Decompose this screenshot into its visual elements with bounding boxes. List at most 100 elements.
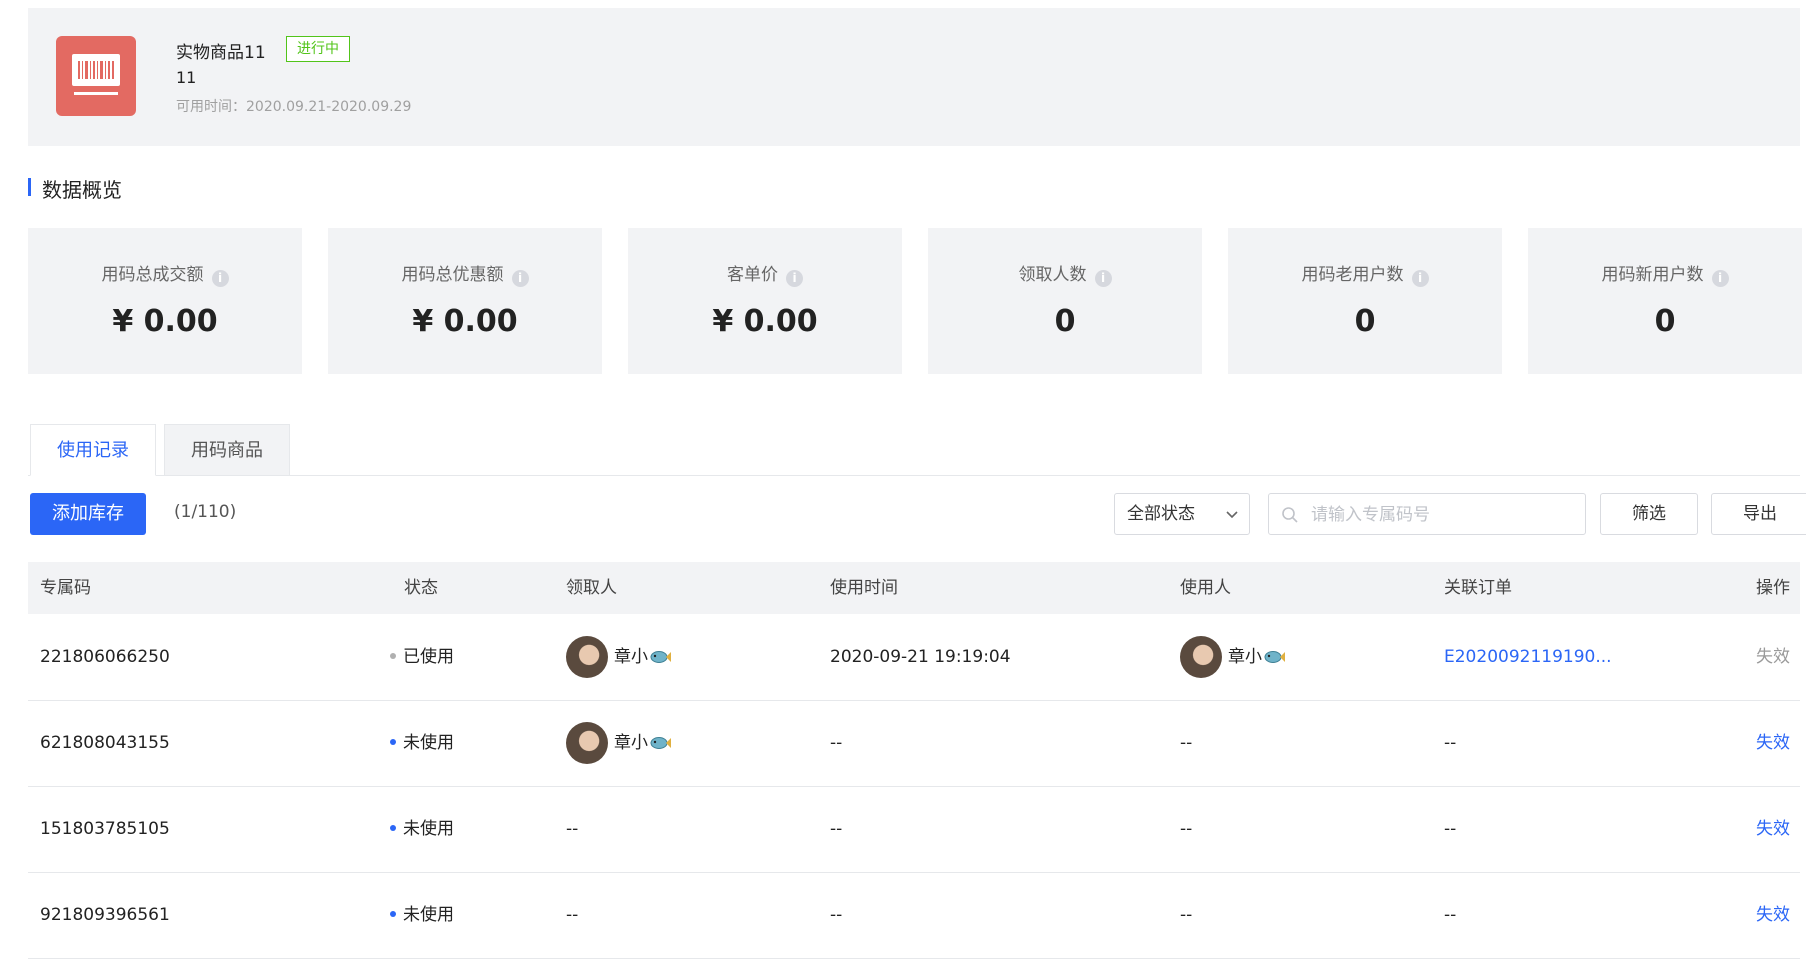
stat-value: 0 [1054, 304, 1076, 339]
info-icon[interactable]: i [1711, 270, 1729, 287]
invalidate-button[interactable]: 失效 [1756, 872, 1790, 958]
code-search-field[interactable] [1268, 493, 1586, 536]
code-cell: 221806066250 [40, 647, 170, 667]
table-row: 921809396561 未使用 -- -- -- -- 失效 [28, 872, 1800, 959]
table-row: 151803785105 未使用 -- -- -- -- 失效 [28, 786, 1800, 873]
stat-label: 用码总成交额 [101, 265, 204, 285]
stat-label: 领取人数 [1018, 265, 1087, 285]
tab-usage-records[interactable]: 使用记录 [30, 424, 156, 476]
stat-label: 用码老用户数 [1301, 265, 1404, 285]
status-text: 未使用 [403, 819, 454, 839]
code-search-input[interactable] [1309, 494, 1583, 536]
status-text: 未使用 [403, 905, 454, 925]
export-button[interactable]: 导出 [1711, 493, 1806, 535]
order-cell: -- [1444, 733, 1457, 753]
stat-value: ¥ 0.00 [412, 304, 518, 339]
user-cell: 章小 [1180, 614, 1286, 700]
status-cell: 未使用 [390, 872, 454, 958]
product-subtitle: 11 [176, 68, 197, 87]
avatar [566, 722, 608, 764]
info-icon[interactable]: i [1094, 270, 1112, 287]
receiver-cell: 章小 [566, 614, 672, 700]
stat-value: ¥ 0.00 [712, 304, 818, 339]
code-cell: 621808043155 [40, 733, 170, 753]
status-text: 未使用 [403, 733, 454, 753]
status-filter-select[interactable]: 全部状态 [1114, 493, 1250, 535]
user-name: 章小 [1228, 647, 1262, 667]
stat-card-total-discount: 用码总优惠额 i ¥ 0.00 [328, 228, 602, 374]
stat-card-total-sales: 用码总成交额 i ¥ 0.00 [28, 228, 302, 374]
info-icon[interactable]: i [511, 270, 529, 287]
stock-count: (1/110) [174, 502, 237, 522]
avatar [566, 636, 608, 678]
stat-value: ¥ 0.00 [112, 304, 218, 339]
receiver-cell: -- [566, 905, 579, 925]
stat-value: 0 [1354, 304, 1376, 339]
status-dot-icon [390, 911, 396, 917]
stat-label: 客单价 [727, 265, 778, 285]
avatar [1180, 636, 1222, 678]
code-cell: 921809396561 [40, 905, 170, 925]
section-title-bar [28, 178, 31, 196]
table-row: 221806066250 已使用 章小 2020-09-21 19:19:04 … [28, 614, 1800, 701]
receiver-name: 章小 [614, 647, 648, 667]
column-header-order: 关联订单 [1444, 578, 1512, 598]
column-header-user: 使用人 [1180, 578, 1231, 598]
use-time-cell: 2020-09-21 19:19:04 [830, 647, 1011, 667]
available-time: 可用时间：2020.09.21-2020.09.29 [176, 99, 412, 115]
order-cell: -- [1444, 819, 1457, 839]
add-stock-button[interactable]: 添加库存 [30, 493, 146, 535]
info-icon[interactable]: i [1411, 270, 1429, 287]
column-header-receiver: 领取人 [566, 578, 617, 598]
info-icon[interactable]: i [786, 270, 803, 287]
receiver-cell: 章小 [566, 700, 672, 786]
status-badge: 进行中 [286, 36, 350, 62]
barcode-icon [56, 36, 136, 116]
chevron-down-icon [1226, 511, 1238, 519]
code-cell: 151803785105 [40, 819, 170, 839]
stat-card-avg-order: 客单价 i ¥ 0.00 [628, 228, 902, 374]
table-header: 专属码 状态 领取人 使用时间 使用人 关联订单 操作 [28, 562, 1800, 614]
column-header-action: 操作 [1756, 578, 1790, 598]
status-dot-icon [390, 653, 396, 659]
status-cell: 已使用 [390, 614, 454, 700]
order-link[interactable]: E2020092119190... [1444, 614, 1612, 700]
tabs-divider [28, 475, 1800, 476]
product-header-card: 实物商品11 进行中 11 可用时间：2020.09.21-2020.09.29 [28, 8, 1800, 146]
status-dot-icon [390, 825, 396, 831]
stat-card-receivers: 领取人数 i 0 [928, 228, 1202, 374]
filter-button[interactable]: 筛选 [1600, 493, 1698, 535]
product-name: 实物商品11 [176, 43, 266, 63]
section-title: 数据概览 [42, 178, 122, 202]
tab-applicable-products[interactable]: 用码商品 [164, 424, 290, 476]
user-cell: -- [1180, 819, 1193, 839]
fish-emoji-icon [650, 651, 671, 663]
table-row: 621808043155 未使用 章小 -- -- -- 失效 [28, 700, 1800, 787]
fish-emoji-icon [650, 737, 671, 749]
column-header-code: 专属码 [40, 578, 91, 598]
status-dot-icon [390, 739, 396, 745]
stat-label: 用码新用户数 [1601, 265, 1704, 285]
invalidate-button[interactable]: 失效 [1756, 786, 1790, 872]
use-time-cell: -- [830, 905, 843, 925]
status-cell: 未使用 [390, 786, 454, 872]
column-header-status: 状态 [404, 578, 438, 598]
user-cell: -- [1180, 733, 1193, 753]
receiver-name: 章小 [614, 733, 648, 753]
use-time-cell: -- [830, 819, 843, 839]
order-cell: -- [1444, 905, 1457, 925]
invalidate-button[interactable]: 失效 [1756, 700, 1790, 786]
receiver-cell: -- [566, 819, 579, 839]
invalidate-button: 失效 [1756, 647, 1790, 667]
user-cell: -- [1180, 905, 1193, 925]
status-cell: 未使用 [390, 700, 454, 786]
stat-card-new-users: 用码新用户数 i 0 [1528, 228, 1802, 374]
column-header-use-time: 使用时间 [830, 578, 898, 598]
status-filter-value: 全部状态 [1127, 504, 1195, 524]
fish-emoji-icon [1264, 651, 1285, 663]
coupon-detail-page: 实物商品11 进行中 11 可用时间：2020.09.21-2020.09.29… [0, 0, 1806, 959]
status-text: 已使用 [403, 647, 454, 667]
info-icon[interactable]: i [211, 270, 229, 287]
stat-card-old-users: 用码老用户数 i 0 [1228, 228, 1502, 374]
search-icon [1282, 507, 1298, 523]
